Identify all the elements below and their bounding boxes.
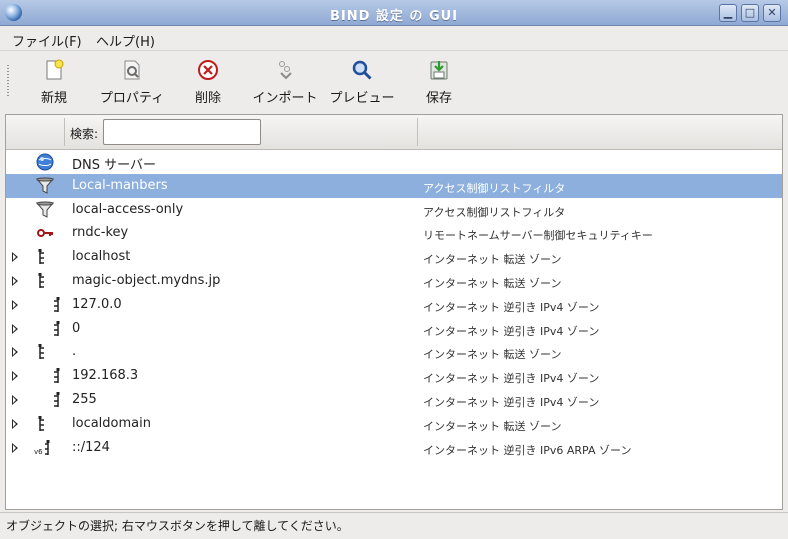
config-tree-list[interactable]: 検索: DNS サーバー Local-manbers アクセス制御リストフィルタ lo… — [5, 114, 783, 510]
expander-arrow-icon[interactable] — [12, 299, 18, 310]
forward-zone-icon — [36, 248, 54, 266]
search-label: 検索: — [70, 127, 99, 141]
row-type: アクセス制御リストフィルタ — [423, 181, 566, 195]
dns-server-icon — [36, 153, 54, 171]
tree-row[interactable]: 0 インターネット 逆引き IPv4 ゾーン — [6, 317, 782, 341]
menu-file[interactable]: ファイル(F) — [12, 31, 82, 50]
row-name: 0 — [72, 320, 81, 336]
forward-zone-icon — [36, 343, 54, 361]
save-label: 保存 — [425, 91, 452, 106]
reverse-zone-icon — [44, 320, 62, 338]
row-type: インターネット 逆引き IPv4 ゾーン — [423, 300, 600, 314]
search-input[interactable] — [103, 119, 261, 145]
row-type: インターネット 転送 ゾーン — [423, 348, 562, 362]
row-name: DNS サーバー — [72, 158, 156, 173]
preview-label: プレビュー — [329, 91, 395, 106]
expander-arrow-icon[interactable] — [12, 323, 18, 334]
menu-bar: ファイル(F) ヘルプ(H) — [0, 26, 788, 51]
status-text: オブジェクトの選択; 右マウスボタンを押して離してください。 — [6, 519, 349, 533]
svg-text:v6: v6 — [34, 448, 43, 456]
row-name: localdomain — [72, 415, 151, 431]
row-name: 255 — [72, 392, 97, 407]
tree-row[interactable]: localdomain インターネット 転送 ゾーン — [6, 412, 782, 436]
maximize-icon[interactable]: □ — [741, 4, 759, 22]
reverse-zone-icon — [44, 296, 62, 314]
reverse-zone-icon — [44, 391, 62, 409]
preview-button[interactable]: プレビュー — [322, 57, 402, 109]
preview-magnifier-icon — [351, 59, 373, 81]
title-bar: BIND 設定 の GUI ▁ □ ✕ — [0, 0, 788, 26]
new-document-icon — [43, 59, 65, 81]
properties-button[interactable]: プロパティ — [92, 57, 172, 109]
tree-row[interactable]: v6::/124 インターネット 逆引き IPv6 ARPA ゾーン — [6, 436, 782, 460]
funnel-icon — [35, 201, 55, 219]
save-icon — [428, 59, 450, 81]
toolbar-grip[interactable] — [7, 65, 9, 97]
row-type: インターネット 逆引き IPv4 ゾーン — [423, 396, 600, 409]
row-type: インターネット 逆引き IPv4 ゾーン — [423, 324, 600, 338]
row-name: 192.168.3 — [72, 368, 139, 384]
import-button[interactable]: インポート — [245, 57, 325, 109]
row-name: 127.0.0 — [72, 296, 122, 312]
tree-row[interactable]: localhost インターネット 転送 ゾーン — [6, 245, 782, 269]
row-type: インターネット 逆引き IPv6 ARPA ゾーン — [423, 443, 632, 457]
expander-arrow-icon[interactable] — [12, 252, 18, 263]
delete-label: 削除 — [194, 91, 221, 106]
delete-button[interactable]: 削除 — [168, 57, 248, 109]
tree-row[interactable]: rndc-key リモートネームサーバー制御セキュリティキー — [6, 221, 782, 245]
expander-arrow-icon[interactable] — [12, 442, 18, 453]
row-type: インターネット 転送 ゾーン — [423, 253, 562, 267]
list-header: 検索: — [6, 115, 782, 150]
import-icon — [274, 59, 296, 81]
expander-arrow-icon[interactable] — [12, 395, 18, 405]
tree-row[interactable]: Local-manbers アクセス制御リストフィルタ — [6, 173, 782, 198]
row-type: インターネット 転送 ゾーン — [423, 419, 562, 433]
row-type: アクセス制御リストフィルタ — [423, 205, 566, 219]
import-label: インポート — [252, 91, 318, 106]
toolbar: 新規 プロパティ 削除 インポート プレビュー 保存 — [0, 51, 788, 111]
menu-help[interactable]: ヘルプ(H) — [96, 31, 155, 50]
tree-row[interactable]: 255 インターネット 逆引き IPv4 ゾーン — [6, 388, 782, 412]
row-name: localhost — [72, 249, 131, 265]
tree-row[interactable]: . インターネット 転送 ゾーン — [6, 340, 782, 364]
tree-row[interactable]: 192.168.3 インターネット 逆引き IPv4 ゾーン — [6, 364, 782, 388]
header-separator — [64, 118, 65, 146]
row-name: magic-object.mydns.jp — [72, 273, 221, 288]
forward-zone-icon — [36, 415, 54, 433]
properties-icon — [121, 59, 143, 81]
row-name: rndc-key — [72, 225, 129, 241]
tree-row[interactable]: magic-object.mydns.jp インターネット 転送 ゾーン — [6, 269, 782, 293]
header-separator — [417, 118, 418, 146]
save-button[interactable]: 保存 — [399, 57, 479, 109]
tree-row[interactable]: local-access-only アクセス制御リストフィルタ — [6, 198, 782, 222]
tree-row[interactable]: 127.0.0 インターネット 逆引き IPv4 ゾーン — [6, 293, 782, 317]
row-name: ::/124 — [72, 439, 110, 455]
reverse-zone-icon — [44, 367, 62, 385]
row-type: インターネット 転送 ゾーン — [423, 277, 562, 290]
delete-icon — [197, 59, 219, 81]
row-name: Local-manbers — [72, 177, 168, 193]
row-name: . — [72, 344, 77, 360]
row-type: リモートネームサーバー制御セキュリティキー — [423, 229, 653, 243]
close-icon[interactable]: ✕ — [763, 4, 781, 22]
new-label: 新規 — [40, 91, 67, 106]
properties-label: プロパティ — [99, 91, 165, 106]
row-type: インターネット 逆引き IPv4 ゾーン — [423, 372, 600, 386]
row-name: local-access-only — [72, 201, 184, 217]
minimize-icon[interactable]: ▁ — [719, 4, 737, 22]
expander-arrow-icon[interactable] — [12, 347, 18, 358]
ipv6-reverse-zone-icon: v6 — [34, 439, 52, 457]
status-bar: オブジェクトの選択; 右マウスボタンを押して離してください。 — [0, 512, 788, 539]
window-title: BIND 設定 の GUI — [329, 9, 459, 24]
expander-arrow-icon[interactable] — [12, 418, 18, 429]
funnel-icon — [35, 177, 55, 195]
tree-row[interactable]: DNS サーバー — [6, 150, 782, 174]
key-icon — [36, 224, 54, 242]
new-button[interactable]: 新規 — [14, 57, 94, 109]
forward-zone-icon — [36, 272, 54, 290]
expander-arrow-icon[interactable] — [12, 371, 18, 382]
expander-arrow-icon[interactable] — [12, 276, 18, 286]
